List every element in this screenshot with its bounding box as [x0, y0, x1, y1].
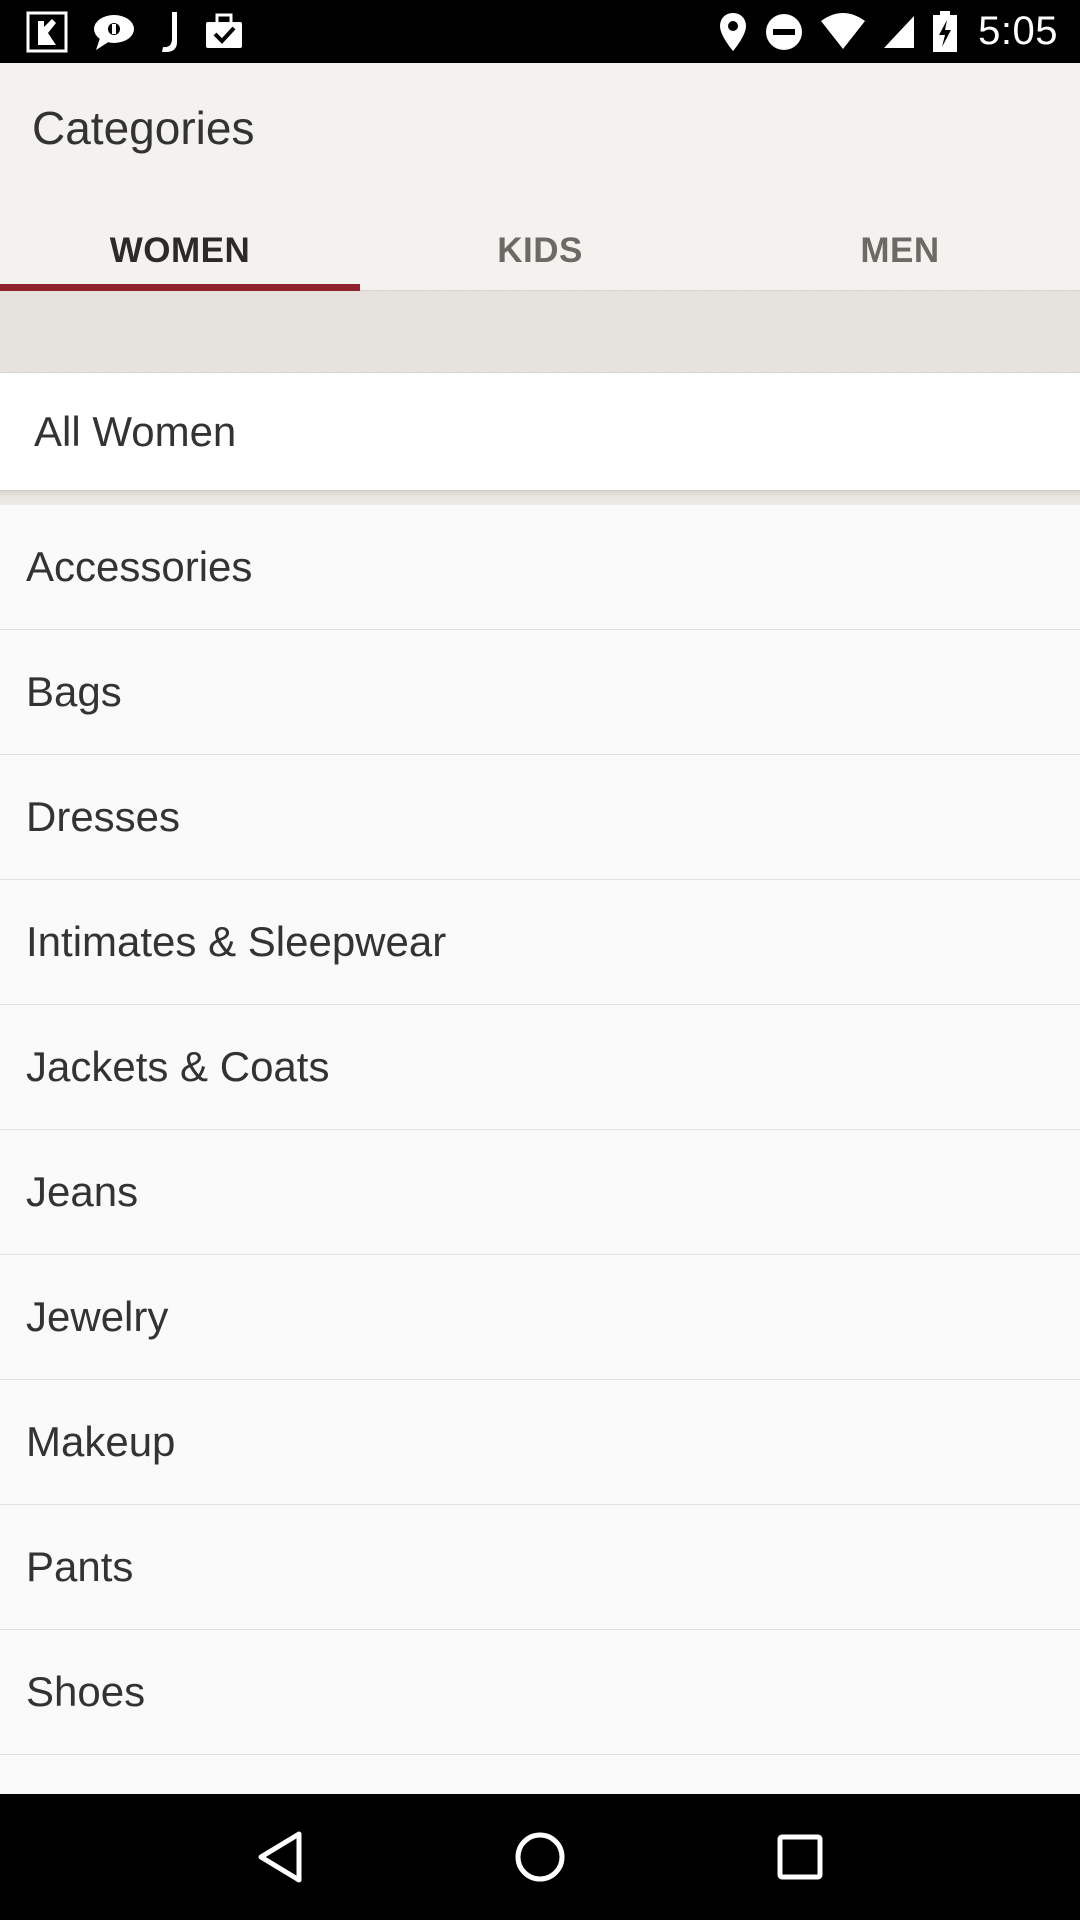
- recents-square-icon: [777, 1834, 823, 1880]
- briefcase-check-icon: [204, 10, 244, 54]
- app-bar: Categories WOMEN KIDS MEN: [0, 63, 1080, 291]
- location-pin-icon: [718, 10, 748, 54]
- category-content: All Women Accessories Bags Dresses Intim…: [0, 291, 1080, 1794]
- page-title: Categories: [32, 102, 255, 154]
- home-circle-icon: [515, 1832, 565, 1882]
- wifi-icon: [820, 10, 866, 54]
- category-tabs: WOMEN KIDS MEN: [0, 223, 1080, 291]
- list-item-makeup[interactable]: Makeup: [0, 1380, 1080, 1505]
- status-left-icons: [26, 10, 244, 54]
- list-item-pants[interactable]: Pants: [0, 1505, 1080, 1630]
- list-item-shoes[interactable]: Shoes: [0, 1630, 1080, 1755]
- status-time: 5:05: [978, 9, 1058, 53]
- status-right-icons: 5:05: [718, 9, 1058, 54]
- cell-signal-icon: [882, 10, 916, 54]
- all-women-row[interactable]: All Women: [0, 373, 1080, 491]
- recents-button[interactable]: [745, 1802, 855, 1912]
- tab-kids[interactable]: KIDS: [360, 223, 720, 290]
- battery-charging-icon: [932, 10, 958, 54]
- list-item-dresses[interactable]: Dresses: [0, 755, 1080, 880]
- category-list: Accessories Bags Dresses Intimates & Sle…: [0, 505, 1080, 1755]
- app-notification-icon: [26, 10, 68, 54]
- system-nav-bar: [0, 1794, 1080, 1920]
- list-item-jewelry[interactable]: Jewelry: [0, 1255, 1080, 1380]
- header-spacer: [0, 291, 1080, 373]
- list-item-bags[interactable]: Bags: [0, 630, 1080, 755]
- tab-men[interactable]: MEN: [720, 223, 1080, 290]
- tab-women[interactable]: WOMEN: [0, 223, 360, 291]
- list-item-intimates-sleepwear[interactable]: Intimates & Sleepwear: [0, 880, 1080, 1005]
- list-item-jeans[interactable]: Jeans: [0, 1130, 1080, 1255]
- back-triangle-icon: [258, 1831, 302, 1883]
- section-divider: [0, 491, 1080, 505]
- j-app-icon: [160, 10, 180, 54]
- chat-bubble-icon: [92, 10, 136, 54]
- list-item-jackets-coats[interactable]: Jackets & Coats: [0, 1005, 1080, 1130]
- home-button[interactable]: [485, 1802, 595, 1912]
- back-button[interactable]: [225, 1802, 335, 1912]
- status-bar: 5:05: [0, 0, 1080, 63]
- list-item-accessories[interactable]: Accessories: [0, 505, 1080, 630]
- do-not-disturb-icon: [764, 10, 804, 54]
